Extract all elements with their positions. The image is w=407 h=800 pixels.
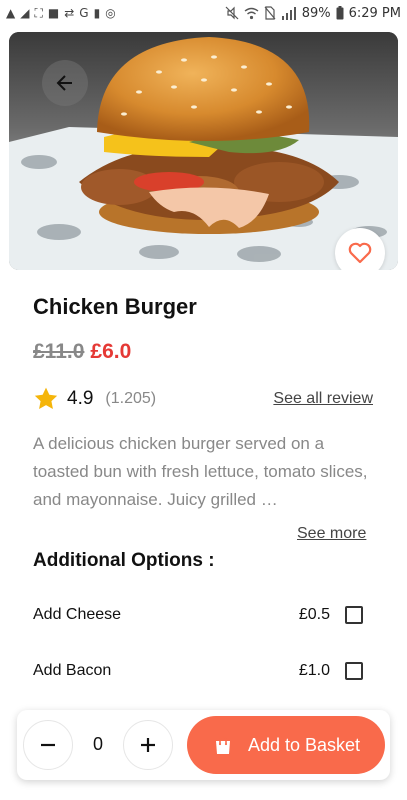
option-price: £0.5 — [298, 606, 330, 623]
battery-percent: 89% — [301, 5, 331, 21]
decrease-quantity-button[interactable] — [23, 720, 73, 770]
vpn-icon: ◎ — [105, 6, 116, 20]
product-title: Chicken Burger — [33, 294, 197, 319]
quantity-value: 0 — [92, 734, 103, 754]
see-all-reviews-link[interactable]: See all review — [273, 390, 373, 408]
puzzle-icon: ■ — [47, 6, 60, 20]
status-system-icons: 89% 6:29 PM — [225, 6, 401, 21]
option-name: Add Bacon — [33, 662, 112, 679]
arrow-left-icon — [56, 75, 72, 91]
cart-bar: 0 Add to Basket — [17, 710, 390, 780]
bacon-checkbox[interactable] — [345, 662, 363, 680]
increase-quantity-button[interactable] — [123, 720, 173, 770]
google-icon: G — [79, 6, 89, 20]
original-price: £11.0 — [33, 340, 85, 363]
back-button[interactable] — [42, 60, 88, 106]
heart-icon — [348, 242, 372, 264]
shopping-bag-icon — [215, 736, 230, 754]
rating-value: 4.9 — [67, 388, 94, 409]
plus-icon — [141, 738, 155, 752]
product-image — [9, 32, 398, 270]
status-time: 6:29 PM — [348, 5, 401, 21]
telegram-icon: ◢ — [20, 6, 30, 20]
signal-icon — [281, 6, 296, 20]
option-price: £1.0 — [298, 662, 330, 679]
price-row: £11.0 £6.0 — [33, 340, 131, 364]
rating-count: (1.205) — [105, 390, 157, 407]
star-icon — [34, 387, 58, 409]
option-row-bacon[interactable]: Add Bacon £1.0 — [33, 656, 363, 686]
wifi-icon — [244, 7, 259, 19]
add-to-basket-label: Add to Basket — [247, 734, 361, 755]
product-description: A delicious chicken burger served on a t… — [33, 434, 368, 509]
rating-row: 4.9 (1.205) See all review — [33, 386, 373, 412]
mute-icon — [225, 6, 239, 20]
option-row-cheese[interactable]: Add Cheese £0.5 — [33, 600, 363, 630]
screenshot-icon: ⛶ — [34, 6, 43, 20]
options-title: Additional Options : — [33, 550, 215, 571]
lock-icon: ▮ — [93, 6, 101, 20]
minus-icon — [41, 743, 55, 747]
option-name: Add Cheese — [33, 606, 122, 623]
usb-icon: ⇄ — [64, 6, 75, 20]
add-to-basket-button[interactable]: Add to Basket — [187, 716, 385, 774]
status-notification-icons: ▲ ◢ ⛶ ■ ⇄ G ▮ ◎ — [6, 7, 116, 19]
see-more-link[interactable]: See more — [297, 525, 366, 543]
no-sim-icon — [264, 6, 276, 20]
battery-icon — [336, 6, 344, 20]
warning-icon: ▲ — [6, 6, 16, 20]
cheese-checkbox[interactable] — [345, 606, 363, 624]
status-bar: ▲ ◢ ⛶ ■ ⇄ G ▮ ◎ 89% 6:29 PM — [0, 0, 407, 26]
sale-price: £6.0 — [90, 340, 132, 363]
favorite-button[interactable] — [335, 228, 385, 270]
